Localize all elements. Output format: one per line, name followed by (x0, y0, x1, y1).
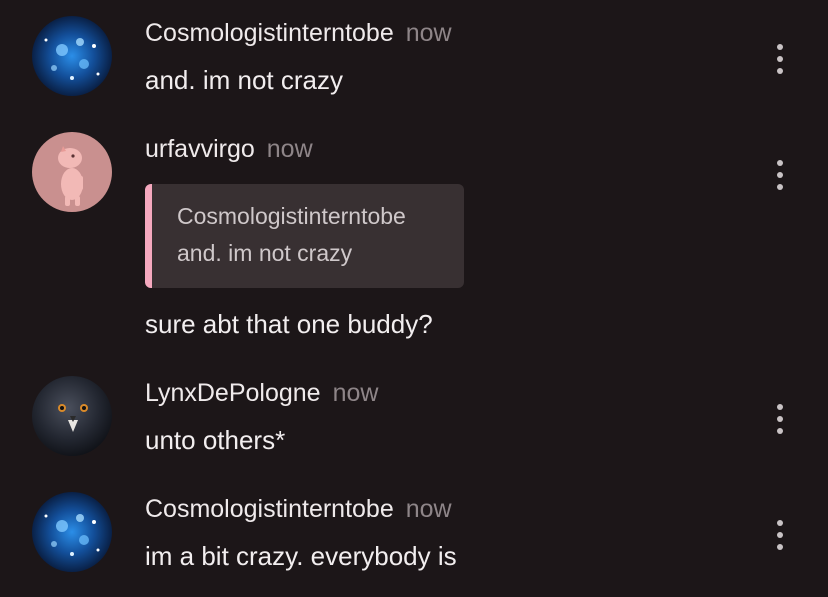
message-text: sure abt that one buddy? (145, 309, 433, 339)
more-options-button[interactable] (768, 404, 792, 434)
more-vertical-icon (777, 520, 783, 526)
quote-accent-bar (145, 184, 152, 288)
timestamp: now (266, 135, 313, 163)
more-vertical-icon (777, 44, 783, 50)
quoted-username: Cosmologistinterntobe (177, 203, 406, 229)
avatar[interactable] (32, 492, 112, 572)
more-vertical-icon (777, 160, 783, 166)
timestamp: now (405, 19, 452, 47)
username[interactable]: urfavvirgo (145, 135, 255, 163)
more-vertical-icon (777, 404, 783, 410)
avatar[interactable] (32, 376, 112, 456)
username[interactable]: LynxDePologne (145, 379, 321, 407)
quoted-text: and. im not crazy (177, 240, 353, 266)
timestamp: now (405, 495, 452, 523)
username[interactable]: Cosmologistinterntobe (145, 19, 394, 47)
message-text: and. im not crazy (145, 65, 343, 95)
message-text: im a bit crazy. everybody is (145, 541, 457, 571)
username[interactable]: Cosmologistinterntobe (145, 495, 394, 523)
reply-quote[interactable]: Cosmologistinterntobe and. im not crazy (145, 184, 464, 288)
galaxy-avatar-icon (32, 492, 112, 572)
pigeon-avatar-icon (32, 376, 112, 456)
more-options-button[interactable] (768, 44, 792, 74)
galaxy-avatar-icon (32, 16, 112, 96)
avatar[interactable] (32, 16, 112, 96)
pink-dinosaur-avatar-icon (32, 132, 112, 212)
timestamp: now (332, 379, 379, 407)
avatar[interactable] (32, 132, 112, 212)
message-text: unto others* (145, 425, 286, 455)
more-options-button[interactable] (768, 520, 792, 550)
chat-thread: Cosmologistinterntobe now and. im not cra… (0, 0, 828, 597)
more-options-button[interactable] (768, 160, 792, 190)
